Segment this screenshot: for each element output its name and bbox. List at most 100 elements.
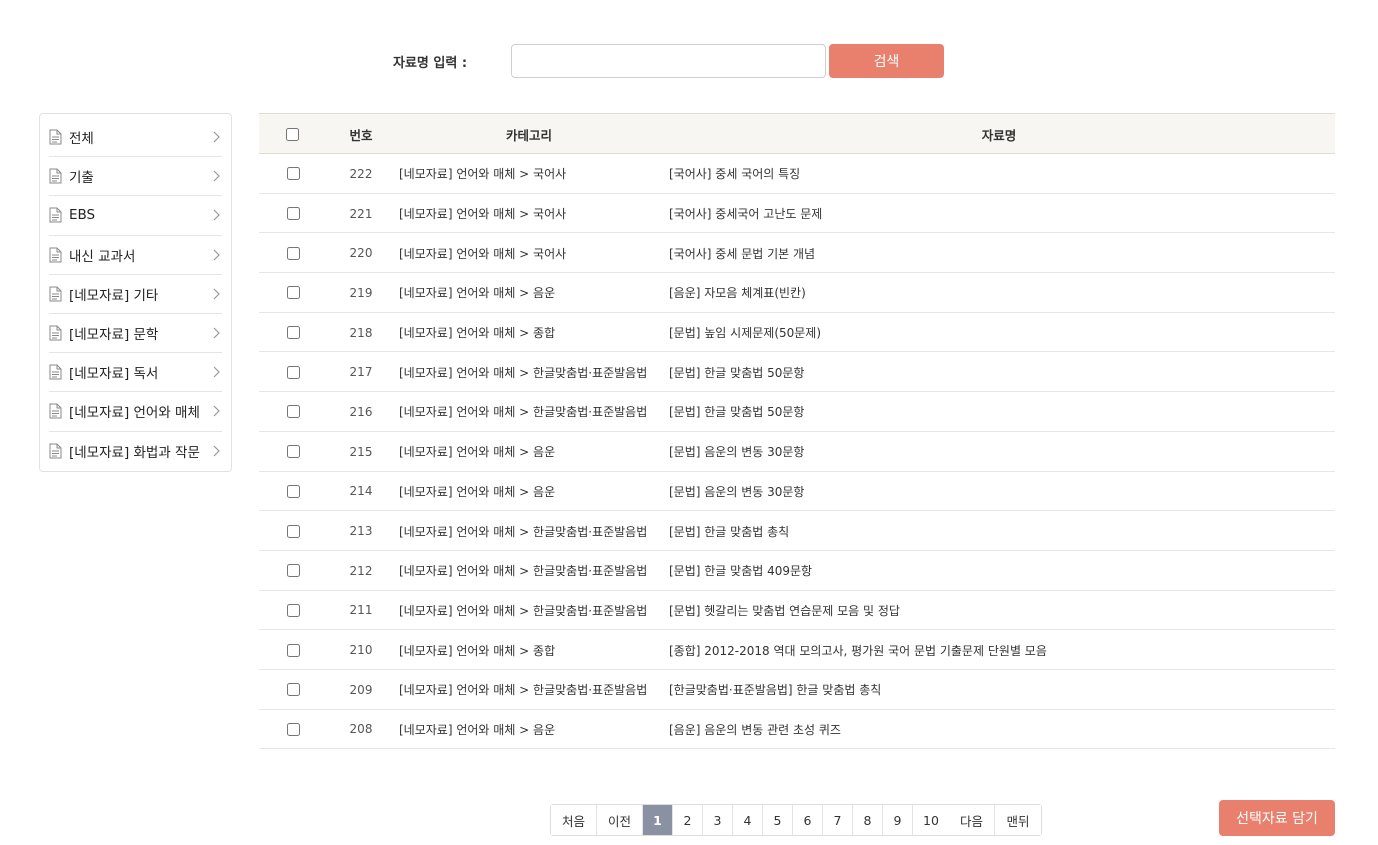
row-checkbox[interactable] [287,603,300,617]
page-number-button[interactable]: 5 [763,805,793,835]
row-number: 222 [349,166,373,181]
row-checkbox[interactable] [287,286,300,300]
row-checkbox[interactable] [287,445,300,459]
sidebar-item[interactable]: 전체 [49,118,222,158]
row-checkbox[interactable] [287,564,300,578]
row-select-cell [287,273,300,313]
sidebar-item[interactable]: [네모자료] 언어와 매체 [49,392,222,432]
row-category: [네모자료] 언어와 매체 > 한글맞춤법·표준발음법 [399,405,648,420]
page-numbers: 1 2 3 4 5 6 7 8 9 10 [643,805,949,835]
sidebar-item[interactable]: [네모자료] 문학 [49,314,222,354]
row-title-link[interactable]: [문법] 한글 맞춤법 50문항 [669,392,804,432]
table-row: 215 [네모자료] 언어와 매체 > 음운 [문법] 음운의 변동 30문항 [259,432,1335,472]
search-button[interactable]: 검색 [829,44,944,78]
page-next-button[interactable]: 다음 [949,805,995,835]
row-checkbox[interactable] [287,167,300,181]
table-row: 213 [네모자료] 언어와 매체 > 한글맞춤법·표준발음법 [문법] 한글 맞춤… [259,511,1335,551]
sidebar-item[interactable]: [네모자료] 기타 [49,275,222,314]
chevron-right-icon [212,288,220,300]
row-checkbox[interactable] [287,365,300,379]
select-all-checkbox[interactable] [285,128,299,141]
table-row: 221 [네모자료] 언어와 매체 > 국어사 [국어사] 중세국어 고난도 문제 [259,194,1335,234]
document-icon [49,129,62,145]
row-category: [네모자료] 언어와 매체 > 음운 [399,286,556,301]
row-checkbox[interactable] [287,524,300,538]
row-checkbox[interactable] [287,207,300,221]
page-number-button[interactable]: 3 [703,805,733,835]
table-header: 번호 카테고리 자료명 [259,113,1335,154]
page-number-button[interactable]: 6 [793,805,823,835]
row-select-cell [287,313,300,353]
row-title-link[interactable]: [국어사] 중세 문법 기본 개념 [669,233,815,273]
row-title-link[interactable]: [국어사] 중세 국어의 특징 [669,154,800,194]
document-icon [49,207,62,223]
row-title-link[interactable]: [문법] 높임 시제문제(50문제) [669,313,821,353]
sidebar-item-label: [네모자료] 기타 [69,287,159,304]
row-select-cell [287,392,300,432]
page-last-button[interactable]: 맨뒤 [995,805,1041,835]
chevron-right-icon [212,445,220,457]
row-checkbox[interactable] [287,722,300,736]
row-title-link[interactable]: [종합] 2012-2018 역대 모의고사, 평가원 국어 문법 기출문제 단… [669,630,1047,670]
row-number: 208 [349,722,373,737]
row-select-cell [287,591,300,631]
row-category: [네모자료] 언어와 매체 > 한글맞춤법·표준발음법 [399,524,648,539]
row-title-link[interactable]: [음운] 자모음 체계표(빈칸) [669,273,806,313]
document-icon [49,286,62,302]
row-checkbox[interactable] [287,405,300,419]
table-row: 209 [네모자료] 언어와 매체 > 한글맞춤법·표준발음법 [한글맞춤법·표준발… [259,670,1335,710]
row-category: [네모자료] 언어와 매체 > 국어사 [399,167,567,182]
document-icon [49,168,62,184]
row-category: [네모자료] 언어와 매체 > 국어사 [399,246,567,261]
page-number-button[interactable]: 1 [643,805,673,835]
add-selected-button[interactable]: 선택자료 담기 [1219,800,1335,836]
row-checkbox[interactable] [287,484,300,498]
sidebar-item[interactable]: [네모자료] 화법과 작문 [49,432,222,471]
row-number: 218 [349,325,373,340]
row-title-link[interactable]: [문법] 음운의 변동 30문항 [669,472,804,512]
header-number: 번호 [349,128,373,143]
row-category: [네모자료] 언어와 매체 > 종합 [399,643,556,658]
row-title-link[interactable]: [국어사] 중세국어 고난도 문제 [669,194,822,234]
row-select-cell [287,233,300,273]
chevron-right-icon [212,327,220,339]
row-checkbox[interactable] [287,246,300,260]
row-title-link[interactable]: [한글맞춤법·표준발음법] 한글 맞춤법 총칙 [669,670,881,710]
row-category: [네모자료] 언어와 매체 > 국어사 [399,207,567,222]
row-number: 210 [349,643,373,658]
page-number-button[interactable]: 9 [883,805,913,835]
table-row: 212 [네모자료] 언어와 매체 > 한글맞춤법·표준발음법 [문법] 한글 맞춤… [259,551,1335,591]
table-row: 217 [네모자료] 언어와 매체 > 한글맞춤법·표준발음법 [문법] 한글 맞춤… [259,352,1335,393]
table-row: 222 [네모자료] 언어와 매체 > 국어사 [국어사] 중세 국어의 특징 [259,154,1335,194]
row-title-link[interactable]: [문법] 한글 맞춤법 409문항 [669,551,812,591]
sidebar-item-label: [네모자료] 화법과 작문 [69,445,200,462]
row-category: [네모자료] 언어와 매체 > 한글맞춤법·표준발음법 [399,683,648,698]
page-first-button[interactable]: 처음 [551,805,597,835]
page-number-button[interactable]: 2 [673,805,703,835]
row-checkbox[interactable] [287,326,300,340]
row-checkbox[interactable] [287,683,300,697]
row-title-link[interactable]: [문법] 음운의 변동 30문항 [669,432,804,472]
sidebar-item-label: 전체 [69,131,94,148]
row-title-link[interactable]: [문법] 한글 맞춤법 총칙 [669,511,789,551]
sidebar-item[interactable]: 내신 교과서 [49,236,222,275]
row-title-link[interactable]: [음운] 음운의 변동 관련 초성 퀴즈 [669,710,841,750]
page-prev-button[interactable]: 이전 [597,805,643,835]
search-input[interactable] [511,44,826,78]
page-number-button[interactable]: 8 [853,805,883,835]
row-title-link[interactable]: [문법] 한글 맞춤법 50문항 [669,352,804,392]
row-checkbox[interactable] [287,643,300,657]
sidebar-item-label: [네모자료] 독서 [69,366,159,383]
row-category: [네모자료] 언어와 매체 > 음운 [399,722,556,737]
row-category: [네모자료] 언어와 매체 > 한글맞춤법·표준발음법 [399,365,648,380]
sidebar-item[interactable]: EBS [49,196,222,236]
row-select-cell [287,630,300,670]
row-title-link[interactable]: [문법] 헷갈리는 맞춤법 연습문제 모음 및 정답 [669,591,900,631]
table-row: 214 [네모자료] 언어와 매체 > 음운 [문법] 음운의 변동 30문항 [259,472,1335,512]
sidebar-item[interactable]: [네모자료] 독서 [49,353,222,393]
page-number-button[interactable]: 4 [733,805,763,835]
document-icon [49,247,62,263]
page-number-button[interactable]: 10 [913,805,949,835]
sidebar-item[interactable]: 기출 [49,157,222,197]
page-number-button[interactable]: 7 [823,805,853,835]
